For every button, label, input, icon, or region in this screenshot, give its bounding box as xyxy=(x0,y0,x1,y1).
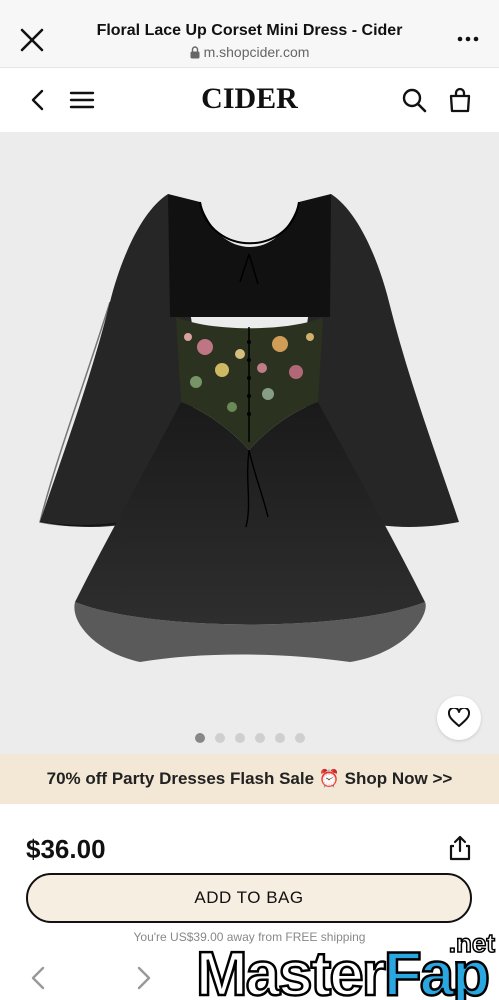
product-gallery[interactable] xyxy=(0,132,499,754)
gallery-pagination xyxy=(0,730,499,748)
promo-banner[interactable]: 70% off Party Dresses Flash Sale ⏰ Shop … xyxy=(0,754,499,804)
gallery-dot[interactable] xyxy=(194,733,205,743)
heart-icon xyxy=(448,708,470,727)
add-to-bag-button[interactable]: ADD TO BAG xyxy=(26,873,472,923)
gallery-dot[interactable] xyxy=(234,733,245,743)
watermark-domain: .net xyxy=(448,927,496,959)
gallery-dot[interactable] xyxy=(274,733,285,743)
url-bar[interactable]: m.shopcider.com xyxy=(70,44,429,60)
more-icon[interactable] xyxy=(457,36,479,42)
gallery-dot[interactable] xyxy=(294,733,305,743)
search-icon[interactable] xyxy=(400,86,428,114)
gallery-dot[interactable] xyxy=(254,733,265,743)
chevron-right-icon[interactable] xyxy=(134,964,154,992)
site-header: CIDER xyxy=(0,68,499,132)
url-text: m.shopcider.com xyxy=(203,44,310,60)
lock-icon xyxy=(190,46,200,59)
shopping-bag-icon[interactable] xyxy=(446,86,474,114)
dress-image xyxy=(39,194,459,662)
watermark-text: MasterFap xyxy=(195,940,492,1000)
product-price: $36.00 xyxy=(26,834,106,864)
chevron-left-icon[interactable] xyxy=(28,964,48,992)
close-icon[interactable] xyxy=(18,26,46,54)
page-title: Floral Lace Up Corset Mini Dress - Cider xyxy=(96,22,403,39)
watermark: MasterFap .net xyxy=(195,927,499,1000)
gallery-dot[interactable] xyxy=(214,733,225,743)
share-icon[interactable] xyxy=(447,834,473,862)
browser-bar: Floral Lace Up Corset Mini Dress - Cider… xyxy=(0,0,499,68)
